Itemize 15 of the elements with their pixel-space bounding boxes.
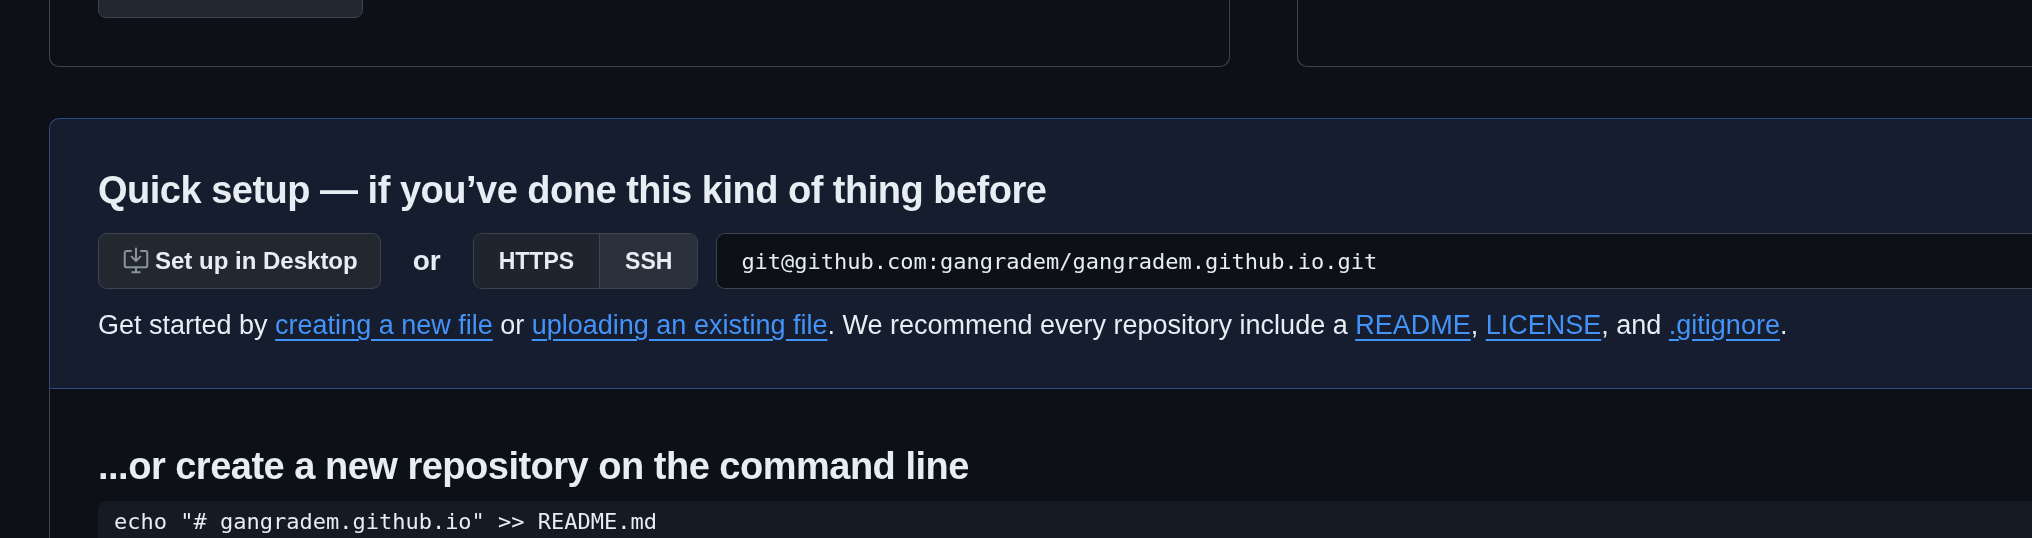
section-title: Quick setup — if you’ve done this kind of thing before [98, 171, 1048, 209]
protocol-tab[interactable]: HTTPS [473, 234, 600, 288]
code-block: echo "# gangradem.github.io" >> README.md [98, 501, 2032, 538]
help-link[interactable]: creating a new file [275, 310, 493, 340]
help-link[interactable]: README [1355, 310, 1471, 340]
desktop-button[interactable]: Set up in Desktop [98, 233, 381, 289]
section-title: ...or create a new repository on the command line [98, 447, 970, 485]
protocol-tab[interactable]: SSH [599, 234, 698, 288]
clone-url-field[interactable]: git@github.com:gangradem/gangradem.github.io.git [716, 233, 2032, 289]
help-link[interactable]: uploading an existing file [531, 310, 828, 340]
help-link[interactable]: LICENSE [1485, 310, 1602, 340]
help-text: Get started by creating a new file or uploading an existing file. We recommend every repository include a README, LICENSE, and .gitignore. [98, 309, 1789, 342]
help-link[interactable]: .gitignore [1668, 310, 1780, 340]
or-label: or [412, 244, 441, 278]
desktop-download-icon [121, 246, 151, 276]
